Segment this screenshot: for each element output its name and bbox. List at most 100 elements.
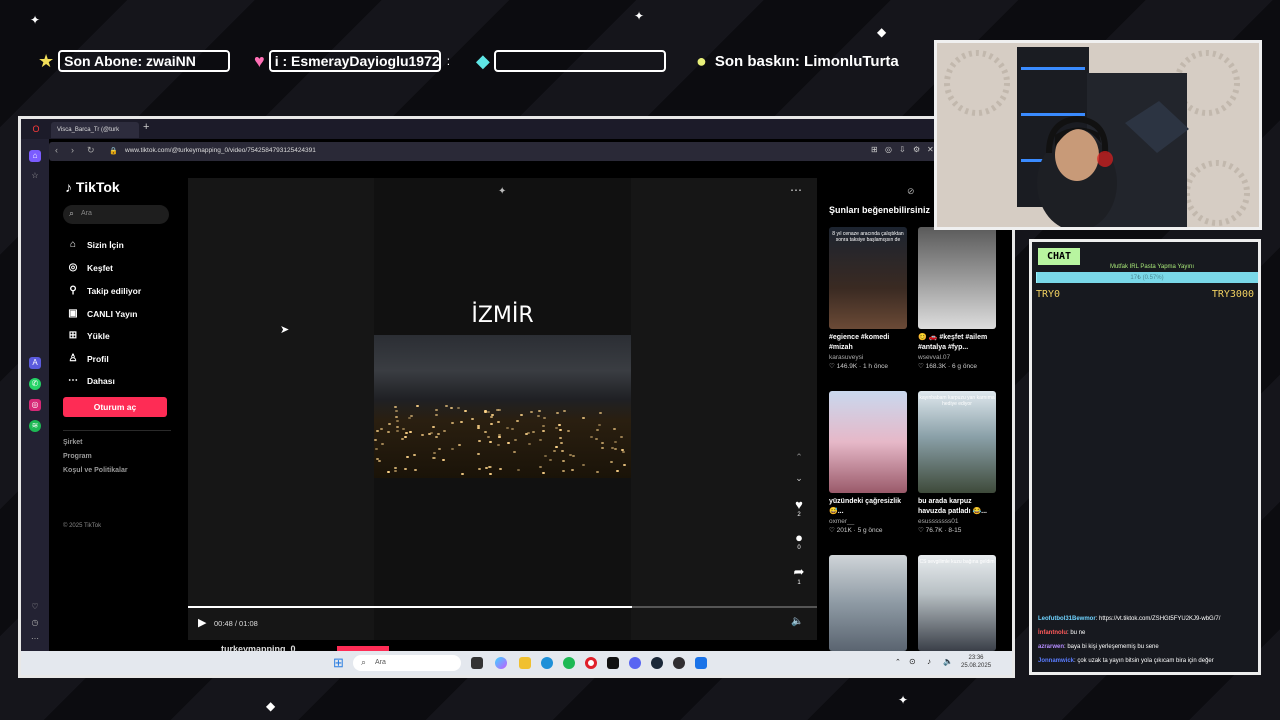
tray-chevron-icon[interactable]: ⌃ xyxy=(895,658,901,666)
nav-item-live[interactable]: ▣ CANLI Yayın xyxy=(65,308,137,319)
nav-item-more[interactable]: ⋯ Dahası xyxy=(65,375,115,386)
new-tab-icon[interactable]: + xyxy=(143,121,149,133)
taskbar-search[interactable]: ⌕ Ara xyxy=(353,655,461,671)
city-light xyxy=(620,436,624,439)
spotify-icon[interactable]: ≋ xyxy=(29,420,41,432)
city-light xyxy=(531,430,535,433)
heart-sidebar-icon[interactable]: ♡ xyxy=(29,601,41,613)
city-light xyxy=(537,414,541,417)
mic-icon[interactable]: ♪ xyxy=(927,657,931,666)
address-bar[interactable]: ‹ › ↻ 🔒 www.tiktok.com/@turkeymapping_0/… xyxy=(49,142,1012,161)
nav-item-explore[interactable]: ◎ Keşfet xyxy=(65,262,113,273)
city-light xyxy=(394,406,398,409)
opera-logo-icon[interactable]: O xyxy=(30,123,42,135)
city-light xyxy=(498,468,502,471)
city-light xyxy=(614,447,618,450)
network-icon[interactable]: ⊙ xyxy=(909,657,916,666)
instagram-icon[interactable]: ◎ xyxy=(29,399,41,411)
video-menu-icon[interactable]: ⋯ xyxy=(790,183,802,197)
copilot-icon[interactable] xyxy=(495,657,507,669)
whatsapp-icon[interactable]: ✆ xyxy=(29,378,41,390)
city-light xyxy=(409,415,413,418)
obs-icon[interactable] xyxy=(673,657,685,669)
home-sidebar-icon[interactable]: ⌂ xyxy=(29,150,41,162)
suggestion-card[interactable]: 😊 🚗 #keşfet #ailem #antalya #fyp... wsev… xyxy=(918,227,996,370)
settings-icon[interactable]: ⊘ xyxy=(907,186,915,197)
suggestion-card[interactable]: 8 yıl cenaze aracında çalıştıktan sonra … xyxy=(829,227,907,370)
suggestion-card[interactable]: kayınbabam karpuzu yan karnıma hediye ed… xyxy=(918,391,996,534)
nav-item-upload[interactable]: ⊞ Yükle xyxy=(65,330,110,341)
speaker-icon[interactable]: 🔈 xyxy=(943,657,953,666)
edge-icon[interactable] xyxy=(541,657,553,669)
city-light xyxy=(613,441,617,443)
like-button[interactable]: ♥ 2 xyxy=(791,497,807,518)
volume-icon[interactable]: 🔈 xyxy=(791,616,803,627)
city-light xyxy=(477,426,481,429)
opera-taskbar-icon[interactable] xyxy=(585,657,597,669)
windows-start-icon[interactable]: ⊞ xyxy=(333,655,344,671)
city-light xyxy=(538,410,542,413)
browser-tab[interactable]: Visca_Barca_Tr (@turk xyxy=(51,122,139,138)
opera-sidebar: ⌂ ☆ A ✆ ◎ ≋ ♡ ◷ ⋯ xyxy=(21,139,49,651)
discord-icon[interactable] xyxy=(629,657,641,669)
search-input[interactable]: ⌕ Ara xyxy=(63,205,169,224)
scroll-down-icon[interactable]: ⌄ xyxy=(791,473,807,484)
share-button[interactable]: ➦ 1 xyxy=(791,564,807,586)
video-player[interactable]: ✦ ⋯ ➤ İZMİR ▶ 00:48 / 01:08 🔈 xyxy=(188,178,817,640)
download-icon[interactable]: ⇩ xyxy=(899,145,906,154)
play-icon[interactable]: ▶ xyxy=(198,616,206,629)
easy-setup-icon[interactable]: ⚙ xyxy=(913,145,920,154)
city-light xyxy=(600,446,604,449)
adblock-icon[interactable]: ✕ xyxy=(927,145,934,154)
login-button[interactable]: Oturum aç xyxy=(63,397,167,417)
app-icon[interactable] xyxy=(695,657,707,669)
windows-taskbar: ⊞ ⌕ Ara ⌃ ⊙ ♪ 🔈 23:36 25.08.2025 xyxy=(21,651,1012,675)
city-light xyxy=(581,417,585,420)
chat-panel: CHAT Mutfak IRL Pasta Yapma Yayını 17₺ (… xyxy=(1029,239,1261,675)
url-text[interactable]: www.tiktok.com/@turkeymapping_0/video/75… xyxy=(125,147,316,154)
city-light xyxy=(450,407,453,410)
chat-message: Leofutbol31Bewmor: https://vt.tiktok.com… xyxy=(1038,616,1220,622)
suggestion-card[interactable] xyxy=(829,555,907,651)
scroll-up-icon[interactable]: ⌃ xyxy=(791,452,807,463)
capcut-icon[interactable] xyxy=(607,657,619,669)
file-explorer-icon[interactable] xyxy=(519,657,531,669)
snapshot-icon[interactable]: ◎ xyxy=(885,145,892,154)
aria-sidebar-icon[interactable]: A xyxy=(29,357,41,369)
city-light xyxy=(429,432,433,435)
city-light xyxy=(498,436,502,439)
nav-item-profile[interactable]: ♙ Profil xyxy=(65,353,109,364)
steam-icon[interactable] xyxy=(651,657,663,669)
task-view-icon[interactable] xyxy=(471,657,483,669)
footer-link-terms[interactable]: Koşul ve Politikalar xyxy=(63,467,128,474)
city-light xyxy=(393,469,397,472)
comment-button[interactable]: ● 0 xyxy=(791,530,807,551)
city-light xyxy=(612,427,616,430)
nav-item-for-you[interactable]: ⌂ Sizin İçin xyxy=(65,239,124,250)
spotify-taskbar-icon[interactable] xyxy=(563,657,575,669)
nav-item-following[interactable]: ⚲ Takip ediliyor xyxy=(65,285,141,296)
city-light xyxy=(413,469,417,472)
city-light xyxy=(496,409,500,412)
taskbar-clock[interactable]: 23:36 25.08.2025 xyxy=(961,654,991,670)
back-icon[interactable]: ‹ xyxy=(55,145,58,155)
city-light xyxy=(496,444,500,447)
footer-link-company[interactable]: Şirket xyxy=(63,439,82,446)
sidebar-more-icon[interactable]: ⋯ xyxy=(29,633,41,645)
city-light xyxy=(441,458,445,461)
tab-search-icon[interactable]: ⊞ xyxy=(871,145,878,154)
reload-icon[interactable]: ↻ xyxy=(87,145,95,156)
footer-link-program[interactable]: Program xyxy=(63,453,92,460)
tiktok-logo[interactable]: ♪ TikTok xyxy=(65,179,120,195)
history-icon[interactable]: ◷ xyxy=(29,617,41,629)
video-progress-bar[interactable] xyxy=(188,606,817,608)
share-count: 1 xyxy=(797,580,801,586)
suggestion-card[interactable]: CS sevgilimle kuzu bağına geldim xyxy=(918,555,996,651)
city-light xyxy=(432,456,436,459)
ai-effect-icon[interactable]: ✦ xyxy=(498,186,506,197)
forward-icon[interactable]: › xyxy=(71,145,74,155)
chat-user: İnfantnolu xyxy=(1038,630,1067,636)
chat-message: Jonnamwick: çok uzak ta yayın bitsin yol… xyxy=(1038,658,1214,664)
suggestion-card[interactable]: yüzündeki çağresizlik 😅... oxmer__ ♡ 201… xyxy=(829,391,907,534)
bookmark-sidebar-icon[interactable]: ☆ xyxy=(29,170,41,182)
